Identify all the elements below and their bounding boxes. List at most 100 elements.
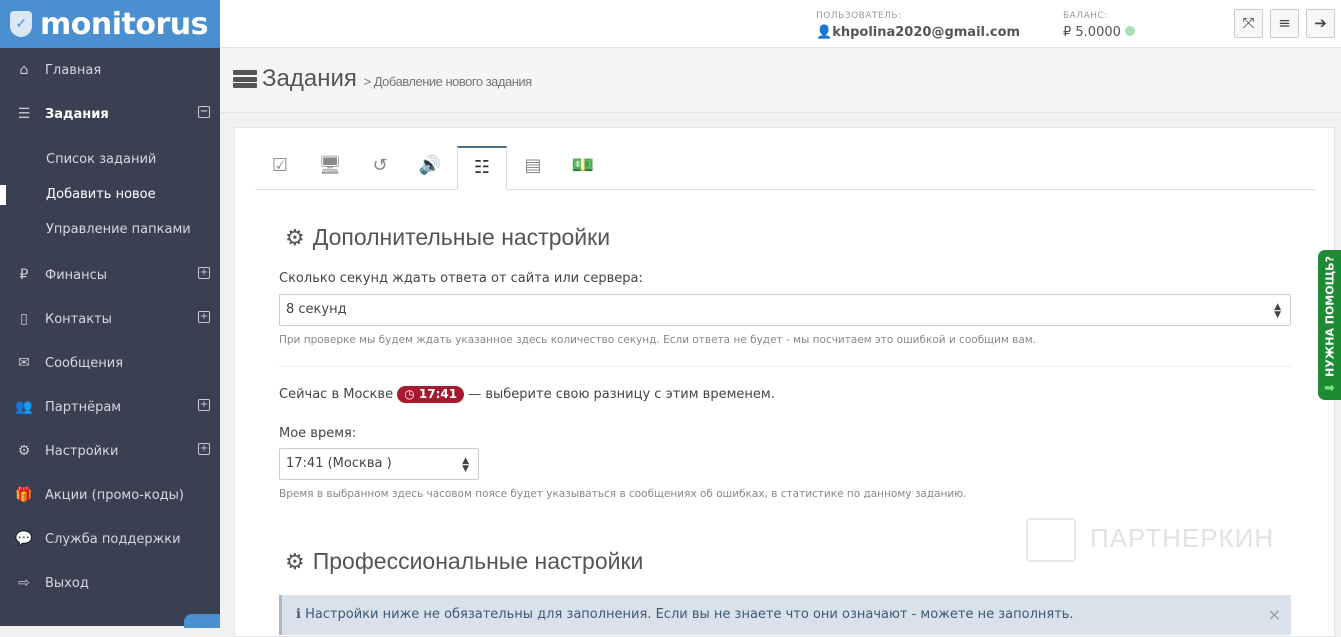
sidebar-item-contacts[interactable]: ▯ Контакты + xyxy=(0,297,220,341)
moscow-time-line: Сейчас в Москве ◷ 17:41 — выберите свою … xyxy=(279,386,775,403)
section-title-text: Профессиональные настройки xyxy=(312,548,644,574)
ruble-icon: ₽ xyxy=(19,267,29,283)
expand-icon[interactable]: + xyxy=(198,267,210,279)
balance-label: БАЛАНС: xyxy=(1063,11,1108,21)
watermark: ПАРТНЕРКИН xyxy=(1026,518,1274,562)
sidebar-item-label: Задания xyxy=(45,106,109,122)
tab-monitor[interactable]: 🖥 xyxy=(305,146,355,190)
page-header: Задания > Добавление нового задания xyxy=(220,49,1341,113)
clock-icon: ◷ xyxy=(404,387,415,401)
tab-billing[interactable]: 💵 xyxy=(558,146,608,190)
logo[interactable]: ✓ monitorus xyxy=(0,0,220,48)
gift-icon: 🎁 xyxy=(15,487,33,503)
users-icon: 👥 xyxy=(15,399,33,415)
sidebar: ✓ monitorus ⌂ Главная ☰ Задания − Список зад… xyxy=(0,0,220,628)
money-icon: 💵 xyxy=(571,155,595,176)
history-icon: ↺ xyxy=(372,155,388,176)
sidebar-item-label: Партнёрам xyxy=(45,399,122,415)
menu-button[interactable]: ≡ xyxy=(1270,9,1299,38)
watermark-logo-icon xyxy=(1026,518,1076,562)
moscow-time: 17:41 xyxy=(418,387,458,401)
checkbox-icon: ☑ xyxy=(271,155,289,176)
sidebar-item-partners[interactable]: 👥 Партнёрам + xyxy=(0,385,220,429)
sidebar-item-support[interactable]: 💬 Служба поддержки xyxy=(0,517,220,561)
info-icon: ℹ xyxy=(296,607,301,622)
section-title-additional: ⚙ Дополнительные настройки xyxy=(285,224,610,251)
submenu-manage-folders[interactable]: Управление папками xyxy=(0,212,220,247)
sidebar-item-messages[interactable]: ✉ Сообщения xyxy=(0,341,220,385)
sidebar-item-settings[interactable]: ⚙ Настройки + xyxy=(0,429,220,473)
expand-icon[interactable]: + xyxy=(198,311,210,323)
sidebar-item-label: Главная xyxy=(45,62,102,78)
tasks-icon: ☰ xyxy=(17,106,31,122)
fullscreen-button[interactable]: ⤧ xyxy=(1234,9,1263,38)
gear-icon: ⚙ xyxy=(285,549,305,574)
mytime-hint: Время в выбранном здесь часовом поясе бу… xyxy=(279,488,967,500)
sidebar-item-label: Акции (промо-коды) xyxy=(45,487,184,503)
sidebar-item-promo[interactable]: 🎁 Акции (промо-коды) xyxy=(0,473,220,517)
tab-list[interactable]: ▤ xyxy=(508,146,558,190)
envelope-icon: ✉ xyxy=(18,355,30,371)
sidebar-item-label: Сообщения xyxy=(45,355,124,371)
section-title-text: Дополнительные настройки xyxy=(312,224,611,250)
tab-check[interactable]: ☑ xyxy=(255,146,305,190)
logo-text: monitorus xyxy=(40,6,208,42)
add-balance-icon[interactable] xyxy=(1125,26,1136,36)
sidebar-item-label: Контакты xyxy=(45,311,112,327)
expand-icon[interactable]: + xyxy=(198,443,210,455)
volume-icon: 🔊 xyxy=(418,155,442,176)
tabs: ☑ 🖥 ↺ 🔊 ☷ ▤ 💵 xyxy=(255,146,1315,190)
balance: ₽ 5.0000 xyxy=(1063,25,1136,40)
submenu-add-new[interactable]: Добавить новое xyxy=(0,177,220,212)
divider xyxy=(279,366,1291,367)
page-title: Задания > Добавление нового задания xyxy=(262,65,532,93)
mytime-label: Мое время: xyxy=(279,426,357,441)
mytime-value: 17:41 (Москва ) xyxy=(286,456,392,471)
timeout-hint: При проверке мы будем ждать указанное зд… xyxy=(279,334,1037,346)
top-bar: ПОЛЬЗОВАТЕЛЬ: 👤khpolina2020@gmail.com БА… xyxy=(220,0,1341,48)
close-icon[interactable]: × xyxy=(1268,605,1281,624)
home-icon: ⌂ xyxy=(19,62,29,78)
sidebar-item-tasks[interactable]: ☰ Задания − xyxy=(0,92,220,136)
user-email-text: khpolina2020@gmail.com xyxy=(832,25,1021,40)
arrow-right-icon: ➡ xyxy=(1324,381,1335,396)
moscow-time-badge: ◷ 17:41 xyxy=(397,386,465,403)
tasks-icon xyxy=(233,70,257,88)
user-label: ПОЛЬЗОВАТЕЛЬ: xyxy=(816,11,902,21)
select-arrows-icon: ▲ ▼ xyxy=(462,456,469,474)
gear-icon: ⚙ xyxy=(17,443,31,459)
select-arrows-icon: ▲ ▼ xyxy=(1274,302,1281,320)
expand-icon[interactable]: + xyxy=(198,399,210,411)
user-icon: 👤 xyxy=(816,25,833,40)
hamburger-icon: ≡ xyxy=(1278,14,1291,32)
logout-button[interactable]: ➔ xyxy=(1306,9,1335,38)
breadcrumb: > Добавление нового задания xyxy=(363,74,533,89)
mytime-select[interactable]: 17:41 (Москва ) ▲ ▼ xyxy=(279,448,479,480)
tab-history[interactable]: ↺ xyxy=(355,146,405,190)
submenu-task-list[interactable]: Список заданий xyxy=(0,142,220,177)
page-title-text: Задания xyxy=(262,65,357,92)
tab-settings[interactable]: ☷ xyxy=(457,146,507,190)
logout-icon: ➔ xyxy=(1314,14,1327,32)
expand-arrows-icon: ⤧ xyxy=(1242,14,1255,32)
alert-text: Настройки ниже не обязательны для заполн… xyxy=(305,607,1074,622)
gear-icon: ⚙ xyxy=(285,225,305,250)
sidebar-item-logout[interactable]: ⇨ Выход xyxy=(0,561,220,605)
comments-icon: 💬 xyxy=(15,531,33,547)
timeout-select[interactable]: 8 секунд ▲ ▼ xyxy=(279,294,1291,326)
sidebar-item-home[interactable]: ⌂ Главная xyxy=(0,48,220,92)
monitor-icon: 🖥 xyxy=(318,155,342,176)
sidebar-item-label: Служба поддержки xyxy=(45,531,181,547)
moscow-suffix: — выберите свою разницу с этим временем. xyxy=(468,387,775,402)
sliders-icon: ☷ xyxy=(473,157,491,178)
sidebar-item-finance[interactable]: ₽ Финансы + xyxy=(0,253,220,297)
timeout-value: 8 секунд xyxy=(286,302,347,317)
watermark-text: ПАРТНЕРКИН xyxy=(1090,522,1275,553)
info-alert: ℹ Настройки ниже не обязательны для запо… xyxy=(279,595,1291,635)
sidebar-item-label: Настройки xyxy=(45,443,119,459)
moscow-prefix: Сейчас в Москве xyxy=(279,387,394,402)
logout-icon: ⇨ xyxy=(18,575,30,591)
collapse-icon[interactable]: − xyxy=(198,106,210,118)
help-tab[interactable]: НУЖНА ПОМОЩЬ? ➡ xyxy=(1318,250,1341,400)
tab-sound[interactable]: 🔊 xyxy=(405,146,455,190)
